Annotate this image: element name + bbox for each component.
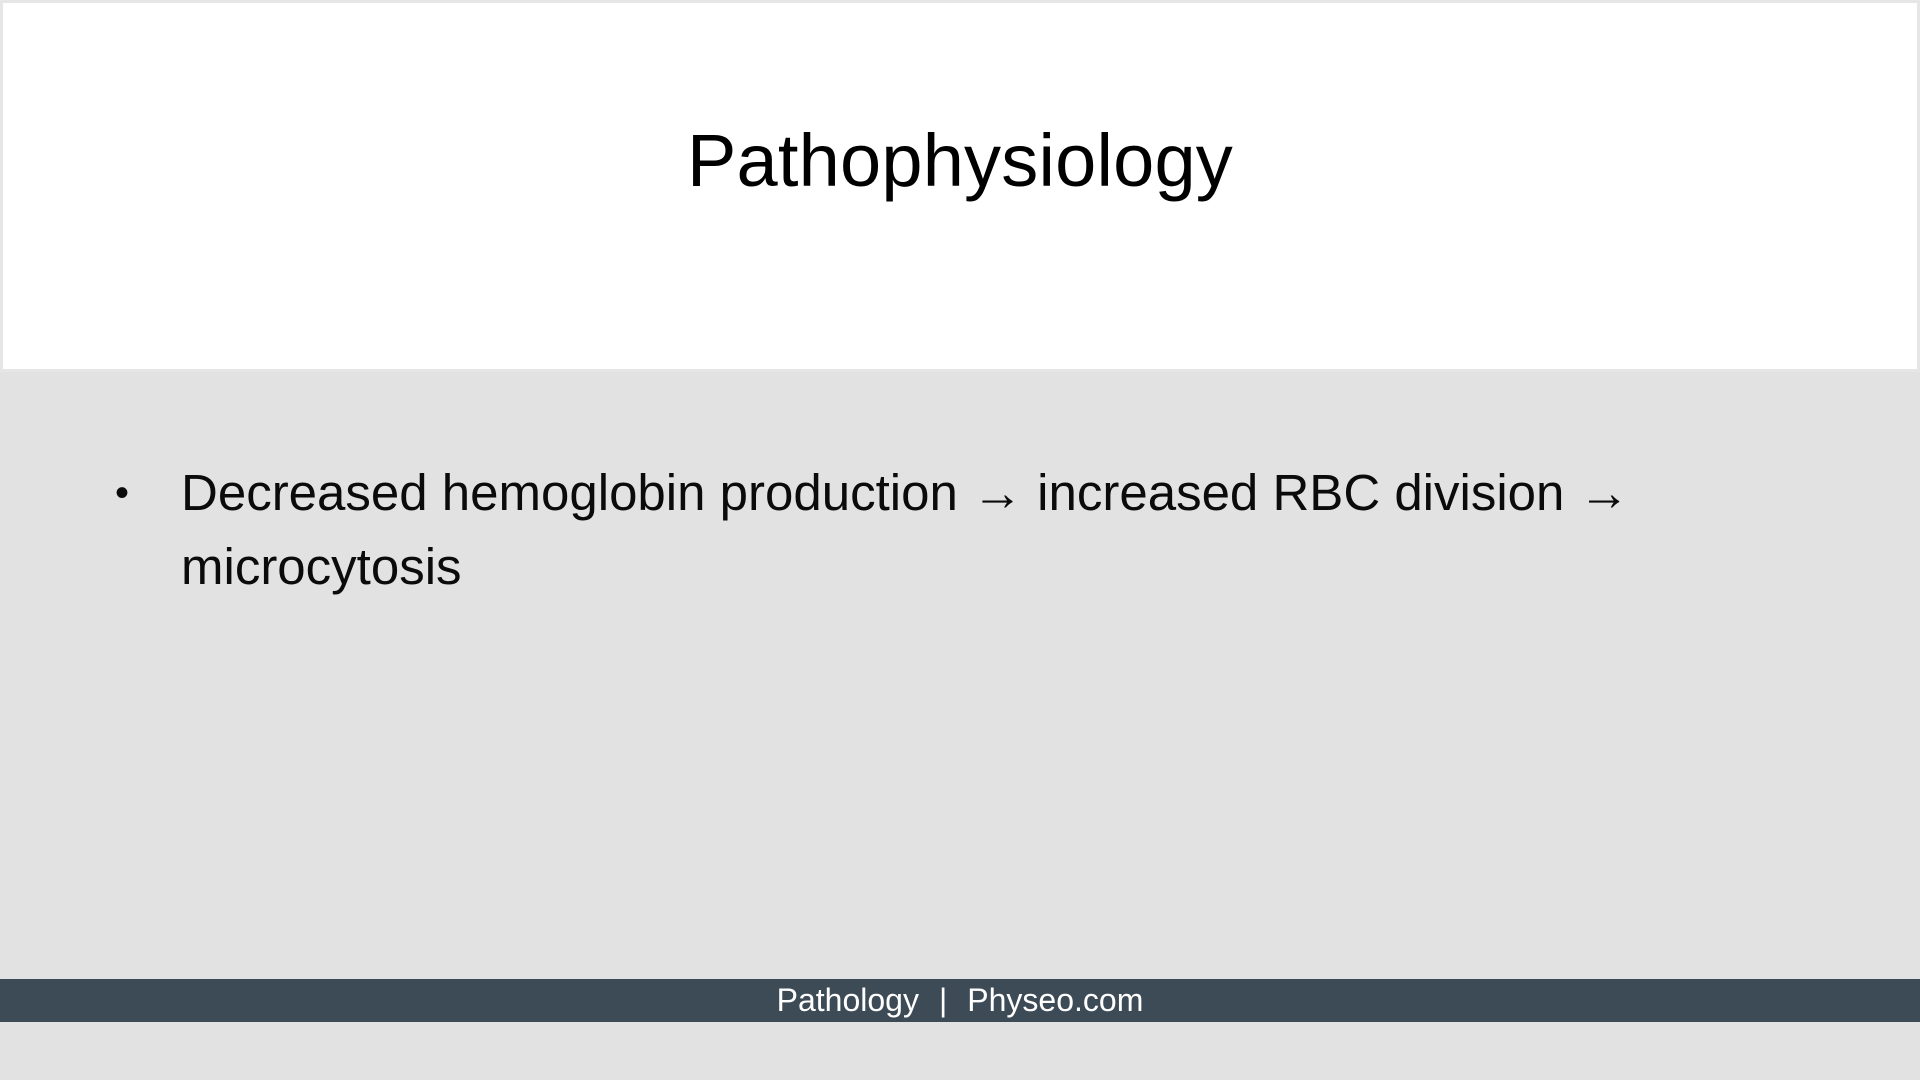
footer-course-label: Pathology <box>776 982 919 1018</box>
bottom-margin <box>0 1022 1920 1080</box>
footer-bar: Pathology | Physeo.com <box>0 979 1920 1022</box>
bullet-text: Decreased hemoglobin production → increa… <box>181 464 1630 595</box>
footer-site-label: Physeo.com <box>967 982 1144 1018</box>
bullet-list: • Decreased hemoglobin production → incr… <box>110 456 1750 604</box>
slide: Pathophysiology • Decreased hemoglobin p… <box>0 0 1920 1080</box>
footer-separator: | <box>938 982 948 1018</box>
bullet-item: • Decreased hemoglobin production → incr… <box>110 456 1750 604</box>
slide-title: Pathophysiology <box>686 119 1234 202</box>
content-area: • Decreased hemoglobin production → incr… <box>0 382 1920 979</box>
title-panel: Pathophysiology <box>0 0 1920 372</box>
bullet-marker: • <box>115 471 130 515</box>
